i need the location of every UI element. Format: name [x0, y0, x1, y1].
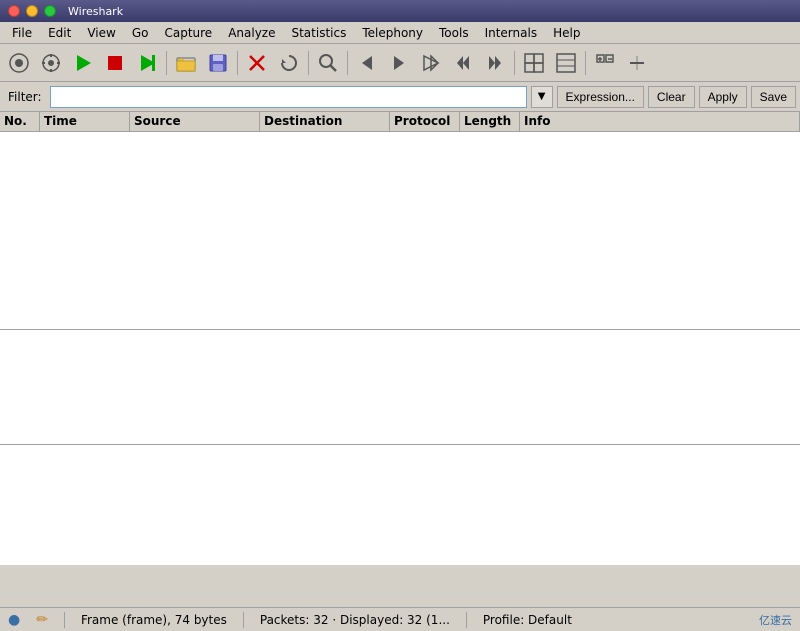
clear-button[interactable]: Clear [648, 86, 695, 108]
menu-help[interactable]: Help [545, 24, 588, 42]
start-capture-button[interactable] [68, 48, 98, 78]
menu-telephony[interactable]: Telephony [354, 24, 431, 42]
toolbar-separator-1 [166, 51, 167, 75]
edit-icon: ✏ [36, 612, 48, 628]
go-button[interactable] [416, 48, 446, 78]
window-title: Wireshark [68, 5, 123, 18]
reload-button[interactable] [274, 48, 304, 78]
open-button[interactable] [171, 48, 201, 78]
menu-bar: File Edit View Go Capture Analyze Statis… [0, 22, 800, 44]
toolbar-separator-4 [347, 51, 348, 75]
back-button[interactable] [352, 48, 382, 78]
apply-button[interactable]: Apply [699, 86, 747, 108]
col-header-source[interactable]: Source [130, 112, 260, 131]
title-bar: Wireshark [0, 0, 800, 22]
minimize-button[interactable] [26, 5, 38, 17]
menu-file[interactable]: File [4, 24, 40, 42]
menu-go[interactable]: Go [124, 24, 157, 42]
hex-left [0, 445, 680, 565]
col-header-destination[interactable]: Destination [260, 112, 390, 131]
col-header-protocol[interactable]: Protocol [390, 112, 460, 131]
toolbar [0, 44, 800, 82]
filter-input[interactable] [50, 86, 527, 108]
menu-view[interactable]: View [79, 24, 123, 42]
frame-info: Frame (frame), 74 bytes [81, 613, 227, 627]
menu-analyze[interactable]: Analyze [220, 24, 283, 42]
close-button[interactable] [8, 5, 20, 17]
status-separator-1 [64, 612, 65, 628]
menu-capture[interactable]: Capture [156, 24, 220, 42]
menu-tools[interactable]: Tools [431, 24, 477, 42]
save-button[interactable] [203, 48, 233, 78]
toolbar-separator-3 [308, 51, 309, 75]
menu-internals[interactable]: Internals [477, 24, 546, 42]
last-packet-button[interactable] [480, 48, 510, 78]
expand-all-button[interactable] [590, 48, 620, 78]
interfaces-button[interactable] [4, 48, 34, 78]
status-separator-2 [243, 612, 244, 628]
filter-dropdown-arrow[interactable]: ▼ [531, 86, 553, 108]
options-button[interactable] [36, 48, 66, 78]
colorize-button[interactable] [519, 48, 549, 78]
packet-list-header: No. Time Source Destination Protocol Len… [0, 112, 800, 132]
col-header-time[interactable]: Time [40, 112, 130, 131]
find-button[interactable] [313, 48, 343, 78]
profile-info: Profile: Default [483, 613, 572, 627]
maximize-button[interactable] [44, 5, 56, 17]
close-file-button[interactable] [242, 48, 272, 78]
packets-info: Packets: 32 · Displayed: 32 (1... [260, 613, 450, 627]
toolbar-separator-2 [237, 51, 238, 75]
col-header-length[interactable]: Length [460, 112, 520, 131]
watermark: 亿速云 [759, 612, 792, 628]
filter-bar: Filter: ▼ Expression... Clear Apply Save [0, 82, 800, 112]
toolbar-separator-5 [514, 51, 515, 75]
status-separator-3 [466, 612, 467, 628]
menu-edit[interactable]: Edit [40, 24, 79, 42]
col-header-no[interactable]: No. [0, 112, 40, 131]
detail-panel [0, 330, 800, 445]
status-bar: ● ✏ Frame (frame), 74 bytes Packets: 32 … [0, 607, 800, 631]
packet-list: No. Time Source Destination Protocol Len… [0, 112, 800, 330]
zoom-in-button[interactable] [551, 48, 581, 78]
forward-button[interactable] [384, 48, 414, 78]
collapse-all-button[interactable] [622, 48, 652, 78]
hex-panel [0, 445, 800, 565]
filter-label: Filter: [4, 90, 46, 104]
expression-button[interactable]: Expression... [557, 86, 644, 108]
menu-statistics[interactable]: Statistics [283, 24, 354, 42]
toolbar-separator-6 [585, 51, 586, 75]
packet-scroll-area[interactable] [0, 132, 800, 330]
save-filter-button[interactable]: Save [751, 86, 796, 108]
main-area: No. Time Source Destination Protocol Len… [0, 112, 800, 607]
first-packet-button[interactable] [448, 48, 478, 78]
status-capture-icon: ● [8, 612, 20, 628]
restart-capture-button[interactable] [132, 48, 162, 78]
stop-capture-button[interactable] [100, 48, 130, 78]
hex-right [680, 445, 800, 565]
col-header-info[interactable]: Info [520, 112, 800, 131]
